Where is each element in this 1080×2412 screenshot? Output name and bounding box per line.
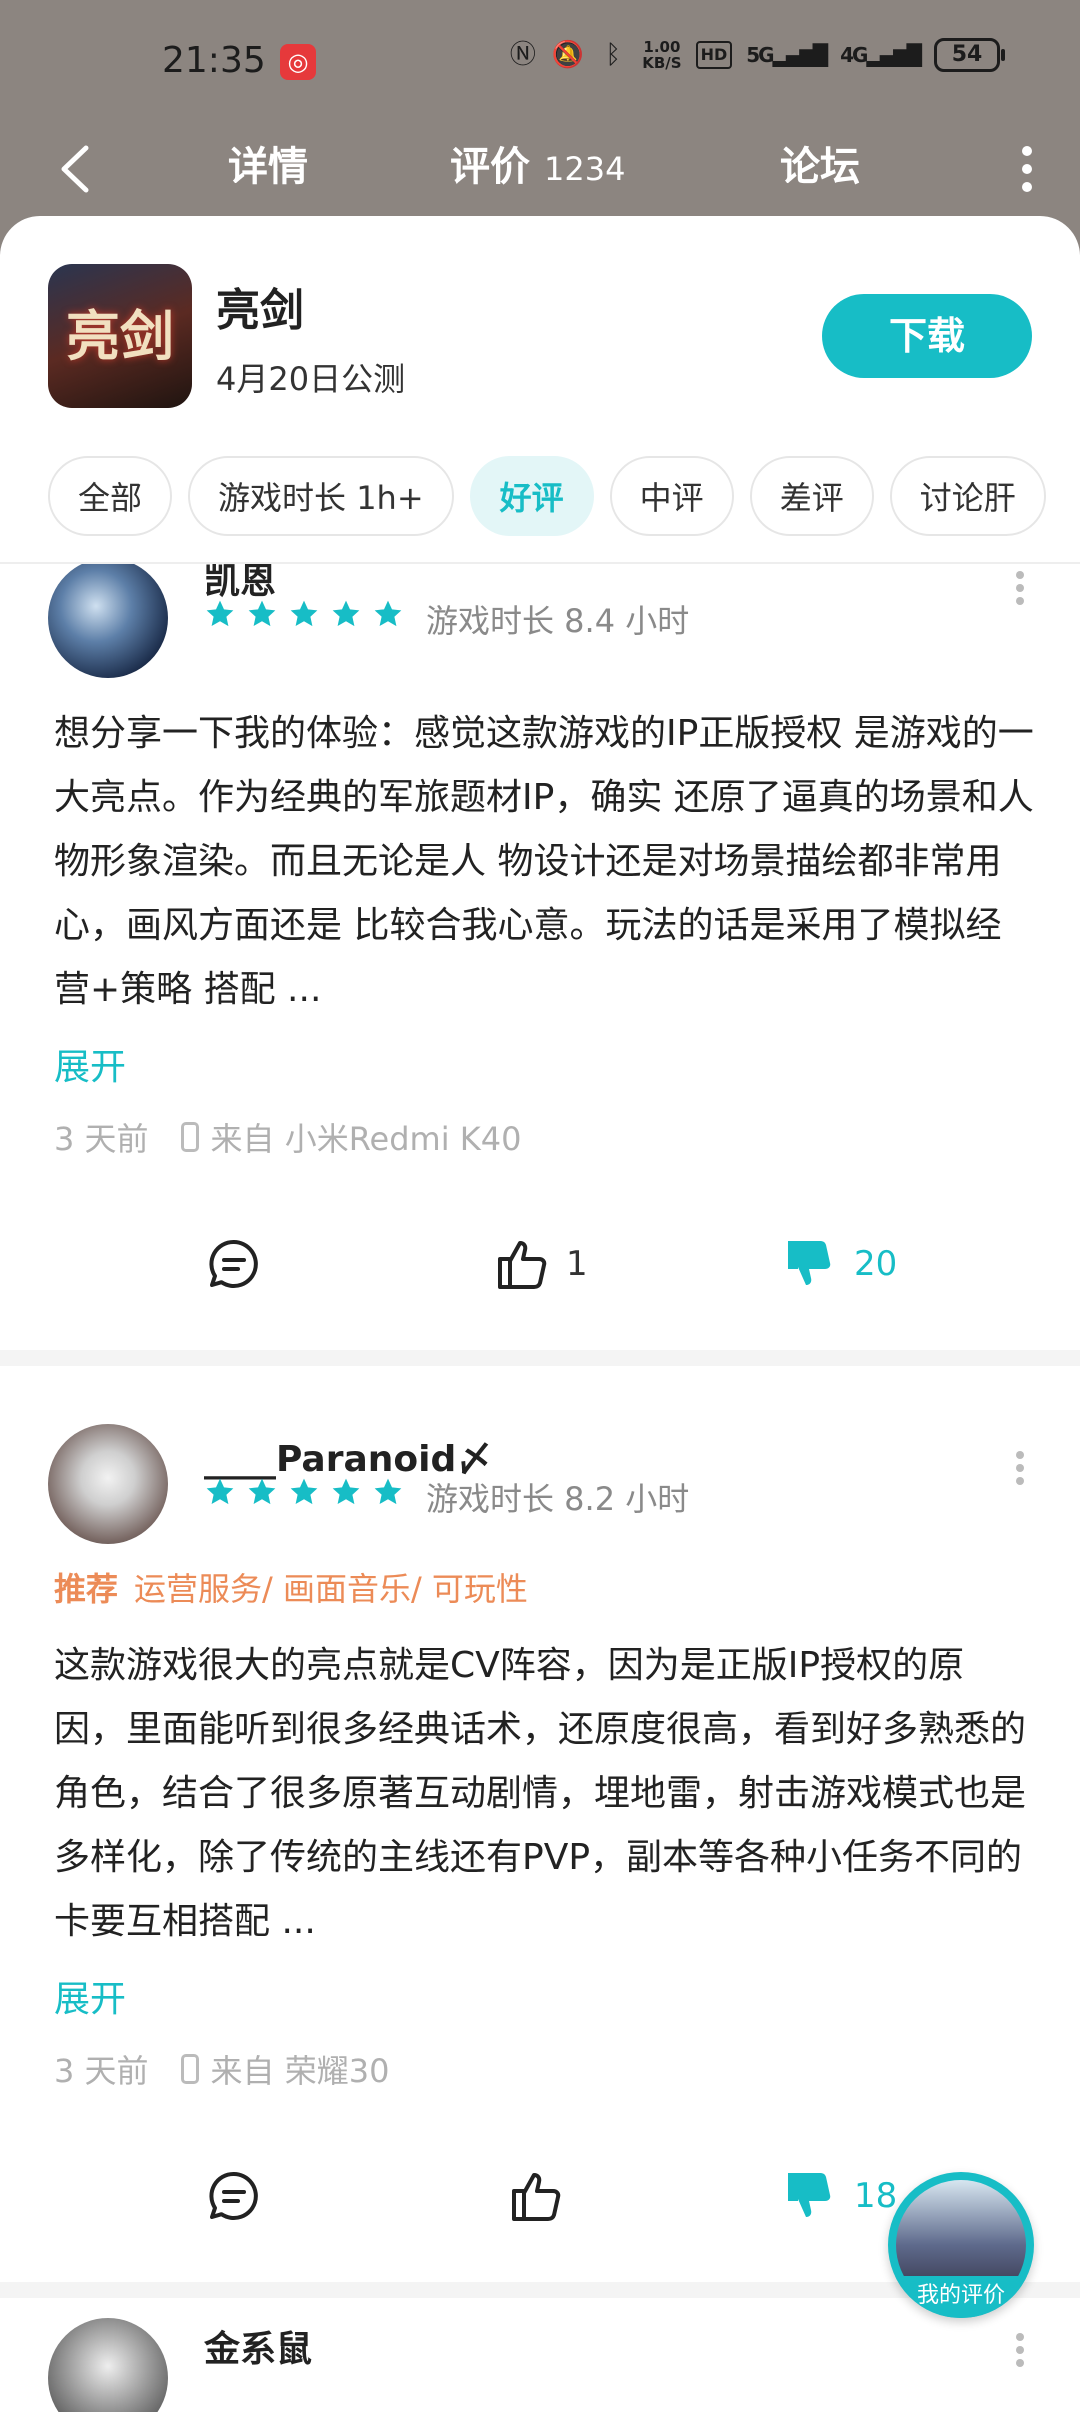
review-count: 1234 bbox=[544, 150, 626, 188]
post-time: 3 天前 bbox=[54, 1120, 149, 1158]
dislike-button[interactable]: 20 bbox=[782, 1224, 897, 1304]
device: 来自 小米Redmi K40 bbox=[210, 1120, 522, 1158]
comment-icon bbox=[209, 1239, 258, 1288]
thumbs-down-icon bbox=[788, 2173, 831, 2217]
star-icon bbox=[290, 1478, 318, 1505]
dislike-count: 18 bbox=[854, 2176, 898, 2216]
username[interactable]: 金系鼠 bbox=[204, 2320, 312, 2372]
nfc-icon: Ⓝ bbox=[509, 40, 536, 70]
download-button[interactable]: 下载 bbox=[822, 294, 1032, 378]
rating-stars bbox=[204, 1476, 404, 1508]
star-icon bbox=[206, 1478, 234, 1505]
playtime: 游戏时长 8.2 小时 bbox=[426, 1480, 690, 1518]
review-actions: 1 20 bbox=[0, 1224, 1080, 1304]
rating-stars bbox=[204, 598, 404, 630]
review-body[interactable]: 想分享一下我的体验：感觉这款游戏的IP正版授权 是游戏的一大亮点。作为经典的军旅… bbox=[54, 702, 1034, 1022]
clock: 21:35 bbox=[162, 40, 266, 81]
more-options-button[interactable] bbox=[1012, 138, 1042, 204]
star-icon bbox=[248, 1478, 276, 1505]
dislike-count: 20 bbox=[854, 1244, 898, 1284]
review-tags: 推荐 运营服务/ 画面音乐/ 可玩性 bbox=[54, 1564, 528, 1610]
star-icon bbox=[332, 600, 360, 627]
phone-icon bbox=[180, 1122, 199, 1152]
comment-icon bbox=[209, 2171, 258, 2220]
review-more-icon[interactable] bbox=[1014, 566, 1026, 606]
star-icon bbox=[374, 600, 402, 627]
tag-list: 运营服务/ 画面音乐/ 可玩性 bbox=[134, 1570, 528, 1608]
chevron-left-icon bbox=[61, 145, 89, 193]
star-icon bbox=[206, 600, 234, 627]
star-icon bbox=[332, 1478, 360, 1505]
content-sheet: 亮剑 亮剑 4月20日公测 下载 全部 游戏时长 1h+ 好评 中评 差评 讨论肝 凯恩 … bbox=[0, 216, 1080, 2412]
filter-positive[interactable]: 好评 bbox=[469, 456, 594, 536]
review-more-icon[interactable] bbox=[1014, 1446, 1026, 1486]
game-title: 亮剑 bbox=[216, 285, 304, 336]
filter-all[interactable]: 全部 bbox=[48, 456, 173, 536]
avatar[interactable] bbox=[48, 1424, 168, 1544]
my-review-label: 我的评价 bbox=[888, 2276, 1034, 2318]
top-nav: 详情 评价 1234 论坛 bbox=[0, 120, 1080, 220]
game-header: 亮剑 亮剑 4月20日公测 下载 bbox=[0, 216, 1080, 456]
like-button[interactable] bbox=[508, 2156, 580, 2236]
star-icon bbox=[248, 600, 276, 627]
mute-icon: 🔕 bbox=[551, 40, 585, 70]
filter-chips: 全部 游戏时长 1h+ 好评 中评 差评 讨论肝 bbox=[48, 456, 1080, 540]
signal-4g-icon: 4G▂▄▆█ bbox=[840, 43, 922, 67]
filter-neutral[interactable]: 中评 bbox=[609, 456, 734, 536]
game-icon[interactable]: 亮剑 bbox=[48, 264, 192, 408]
status-bar: 21:35 ◎ Ⓝ 🔕 ᛒ 1.00 KB/S HD 5G▂▄▆█ 4G▂▄▆█ … bbox=[0, 0, 1080, 120]
recommend-label: 推荐 bbox=[54, 1570, 119, 1608]
thumbs-down-icon bbox=[788, 1241, 831, 1285]
tab-reviews[interactable]: 评价 1234 bbox=[450, 132, 625, 202]
star-icon bbox=[290, 600, 318, 627]
expand-link[interactable]: 展开 bbox=[54, 1038, 126, 1090]
comment-button[interactable] bbox=[206, 1224, 262, 1304]
playtime: 游戏时长 8.4 小时 bbox=[426, 602, 690, 640]
dislike-button[interactable]: 18 bbox=[782, 2156, 897, 2236]
review-meta: 3 天前 来自 小米Redmi K40 bbox=[54, 1114, 521, 1160]
bluetooth-icon: ᛒ bbox=[605, 40, 622, 70]
filter-discussion[interactable]: 讨论肝 bbox=[889, 456, 1046, 536]
avatar[interactable] bbox=[48, 564, 168, 678]
star-icon bbox=[374, 1478, 402, 1505]
game-release-date: 4月20日公测 bbox=[216, 360, 406, 398]
network-speed: 1.00 KB/S bbox=[642, 38, 682, 72]
phone-icon bbox=[180, 2054, 199, 2084]
tab-reviews-label: 评价 bbox=[450, 144, 530, 190]
battery-icon: 54 bbox=[934, 38, 1005, 72]
status-icons: Ⓝ 🔕 ᛒ 1.00 KB/S HD 5G▂▄▆█ 4G▂▄▆█ 54 bbox=[508, 38, 1005, 72]
review-more-icon[interactable] bbox=[1014, 2328, 1026, 2368]
back-button[interactable] bbox=[56, 134, 116, 204]
signal-5g-icon: 5G▂▄▆█ bbox=[746, 43, 828, 67]
expand-link[interactable]: 展开 bbox=[54, 1970, 126, 2022]
hd-voice-icon: HD bbox=[695, 41, 733, 69]
device: 来自 荣耀30 bbox=[210, 2052, 390, 2090]
post-time: 3 天前 bbox=[54, 2052, 149, 2090]
my-review-button[interactable]: 我的评价 bbox=[888, 2172, 1034, 2318]
review-body[interactable]: 这款游戏很大的亮点就是CV阵容，因为是正版IP授权的原因，里面能听到很多经典话术… bbox=[54, 1634, 1034, 1954]
tab-forum[interactable]: 论坛 bbox=[780, 132, 860, 202]
comment-button[interactable] bbox=[206, 2156, 262, 2236]
filter-negative[interactable]: 差评 bbox=[749, 456, 874, 536]
filter-playtime[interactable]: 游戏时长 1h+ bbox=[188, 456, 454, 536]
review-list[interactable]: 凯恩 游戏时长 8.4 小时 想分享一下我的体验：感觉这款游戏的IP正版授权 是… bbox=[0, 564, 1080, 2412]
like-button[interactable]: 1 bbox=[494, 1224, 588, 1304]
separator bbox=[0, 1350, 1080, 1366]
thumbs-up-icon bbox=[512, 2173, 561, 2221]
like-count: 1 bbox=[566, 1244, 588, 1284]
thumbs-up-icon bbox=[498, 1241, 547, 1289]
review-meta: 3 天前 来自 荣耀30 bbox=[54, 2046, 389, 2092]
tab-details[interactable]: 详情 bbox=[228, 132, 308, 202]
netease-music-icon: ◎ bbox=[280, 44, 316, 80]
avatar[interactable] bbox=[48, 2318, 168, 2412]
